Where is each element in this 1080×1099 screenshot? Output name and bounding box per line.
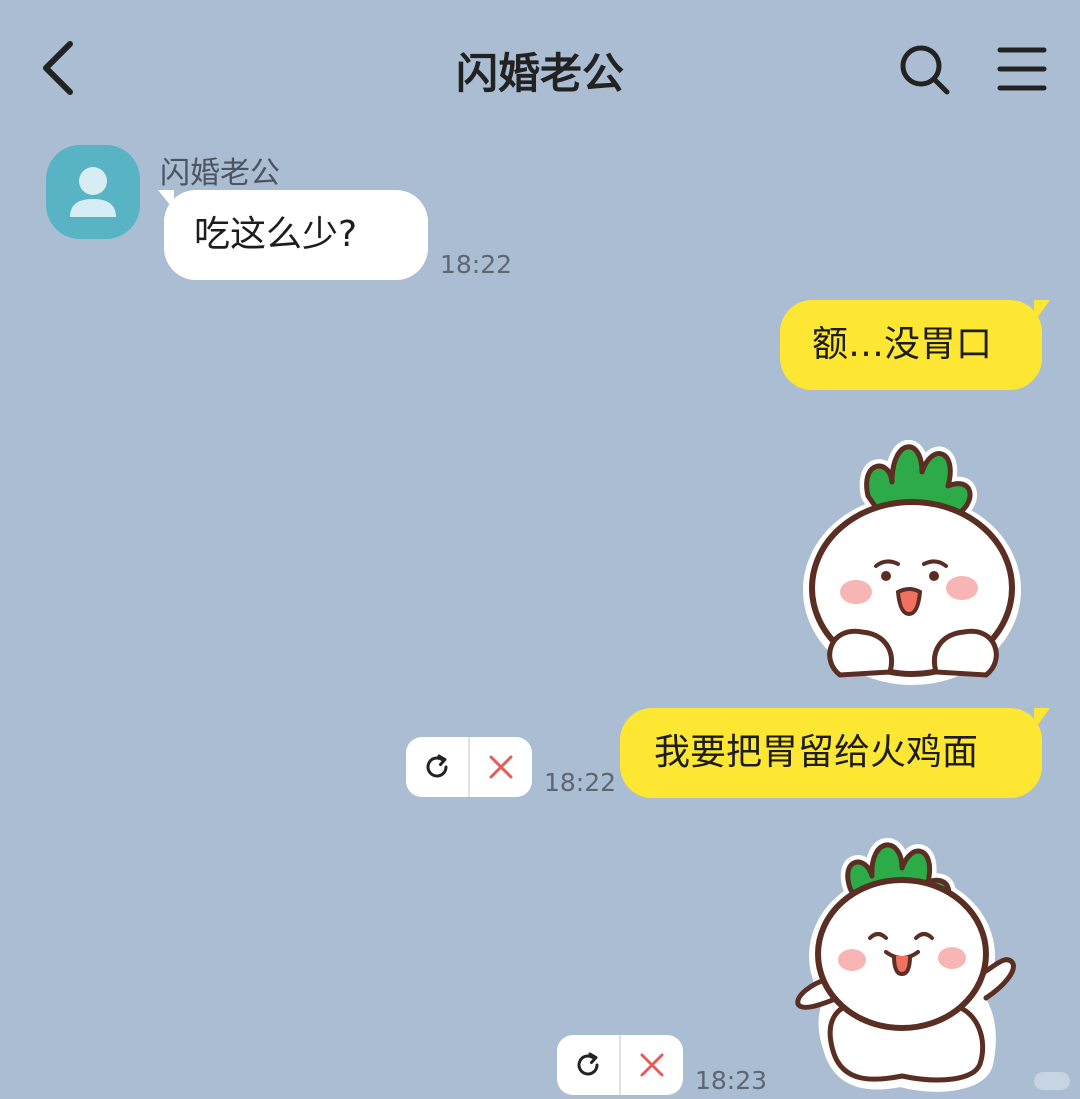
chat-header: 闪婚老公 xyxy=(0,0,1080,140)
delete-icon xyxy=(640,1053,664,1077)
message-time: 18:22 xyxy=(440,250,513,279)
contact-avatar[interactable] xyxy=(46,145,140,239)
message-text: 我要把胃留给火鸡面 xyxy=(654,732,979,773)
message-time: 18:23 xyxy=(695,1066,768,1095)
message-text: 额…没胃口 xyxy=(812,324,993,365)
message-bubble-outgoing[interactable]: 额…没胃口 xyxy=(780,300,1050,390)
retry-icon xyxy=(577,1052,599,1076)
failed-message-actions xyxy=(557,1035,683,1095)
delete-button[interactable] xyxy=(470,737,532,797)
message-bubble-incoming[interactable]: 吃这么少? xyxy=(158,190,428,280)
radish-sticker-tongue-out[interactable] xyxy=(790,828,1030,1094)
delete-icon xyxy=(489,755,513,779)
radish-sticker-shy-pout[interactable] xyxy=(800,420,1030,685)
watermark xyxy=(1034,1072,1070,1090)
retry-button[interactable] xyxy=(406,737,468,797)
delete-button[interactable] xyxy=(621,1035,683,1095)
message-time: 18:22 xyxy=(544,768,617,797)
search-icon xyxy=(900,45,950,95)
sender-name: 闪婚老公 xyxy=(160,156,280,191)
retry-button[interactable] xyxy=(557,1035,619,1095)
failed-message-actions xyxy=(406,737,532,797)
hamburger-menu-icon xyxy=(997,47,1047,91)
message-text: 吃这么少? xyxy=(194,214,358,255)
menu-button[interactable] xyxy=(992,42,1052,98)
retry-icon xyxy=(426,754,448,778)
search-button[interactable] xyxy=(895,40,955,100)
message-bubble-outgoing[interactable]: 我要把胃留给火鸡面 xyxy=(620,708,1050,798)
person-icon xyxy=(70,167,116,217)
